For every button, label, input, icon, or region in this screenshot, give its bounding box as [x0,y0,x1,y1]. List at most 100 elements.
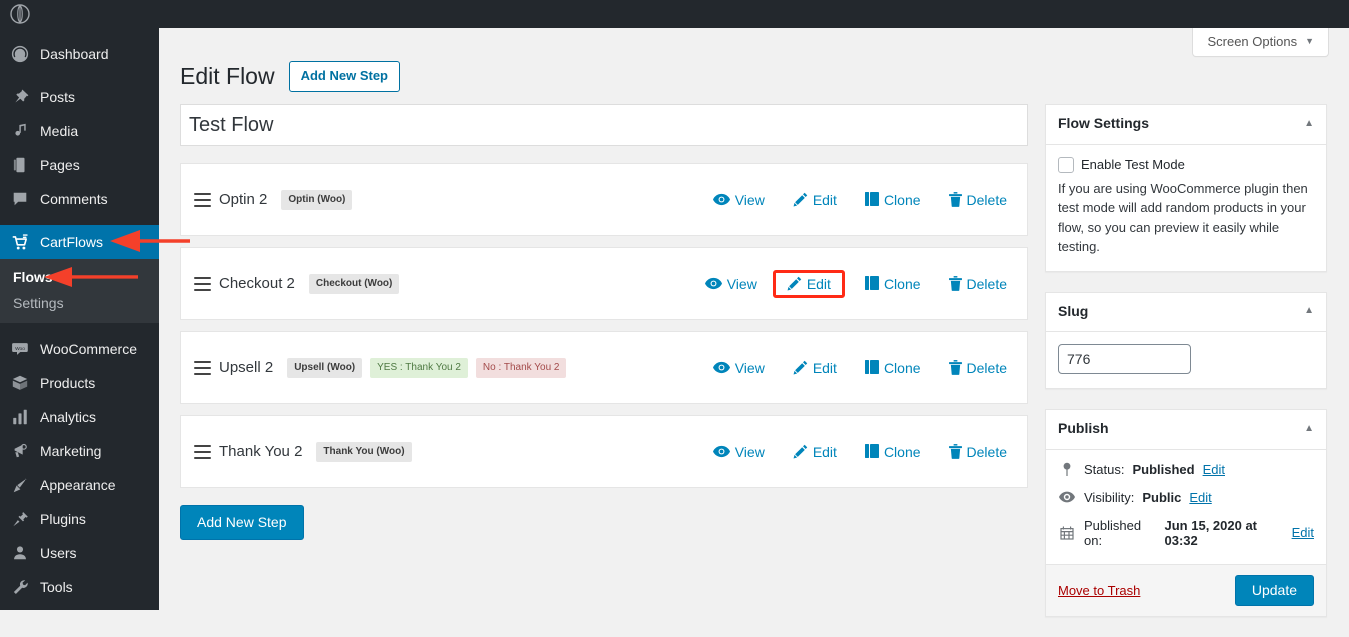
delete-step-button[interactable]: Delete [941,354,1015,382]
edit-visibility-link[interactable]: Edit [1189,490,1211,505]
update-button[interactable]: Update [1235,575,1314,606]
sidebar-item-posts[interactable]: Posts [0,80,159,114]
screen-meta-links: Screen Options ▼ [1192,28,1329,57]
action-label: View [735,360,765,376]
screen-options-button[interactable]: Screen Options ▼ [1192,28,1329,57]
publish-metabox: Publish ▲ Status: Published Edit [1045,409,1327,617]
sidebar-item-flows[interactable]: Flows [0,264,159,290]
publish-date-value: Jun 15, 2020 at 03:32 [1165,518,1284,548]
sidebar-item-dashboard[interactable]: Dashboard [0,37,159,71]
svg-text:Woo: Woo [15,346,25,352]
chevron-up-icon[interactable]: ▲ [1304,424,1314,434]
chevron-up-icon[interactable]: ▲ [1304,119,1314,129]
publish-header[interactable]: Publish ▲ [1046,410,1326,450]
main-content-area: Screen Options ▼ Edit Flow Add New Step … [159,28,1349,610]
drag-handle-icon[interactable] [194,277,211,291]
pencil-icon [787,276,802,291]
publish-date-row: Published on: Jun 15, 2020 at 03:32 Edit [1058,518,1314,548]
publish-visibility-prefix: Visibility: [1084,490,1134,505]
sidebar-item-cartflows[interactable]: CartFlows [0,225,159,259]
copy-icon [865,444,879,459]
clone-step-button[interactable]: Clone [857,186,929,214]
flow-settings-header[interactable]: Flow Settings ▲ [1046,105,1326,145]
slug-input[interactable] [1058,344,1191,374]
action-label: Edit [807,276,831,292]
publish-visibility-value: Public [1142,490,1181,505]
action-label: Clone [884,444,921,460]
flow-settings-title: Flow Settings [1058,114,1149,134]
sidebar-item-woocommerce[interactable]: Woo WooCommerce [0,332,159,366]
move-to-trash-link[interactable]: Move to Trash [1058,583,1140,598]
step-row: Upsell 2Upsell (Woo)YES : Thank You 2No … [180,331,1028,404]
eye-icon [713,445,730,458]
drag-handle-icon[interactable] [194,193,211,207]
publish-status-row: Status: Published Edit [1058,462,1314,477]
sidebar-item-users[interactable]: Users [0,536,159,570]
action-label: Clone [884,276,921,292]
screen-options-label: Screen Options [1207,34,1297,49]
step-row: Checkout 2Checkout (Woo)ViewEditCloneDel… [180,247,1028,320]
sidebar-item-label: Plugins [40,512,86,526]
delete-step-button[interactable]: Delete [941,438,1015,466]
view-step-button[interactable]: View [705,186,773,214]
trash-icon [949,276,962,291]
step-actions: View Edit Clone Delete [705,354,1015,382]
delete-step-button[interactable]: Delete [941,270,1015,298]
step-info: Thank You 2Thank You (Woo) [194,442,705,462]
sidebar-item-products[interactable]: Products [0,366,159,400]
menu-spacer-1 [0,71,159,80]
trash-icon [949,444,962,459]
slug-metabox: Slug ▲ [1045,292,1327,390]
edit-step-button[interactable]: Edit [785,354,845,382]
sidebar-item-pages[interactable]: Pages [0,148,159,182]
publish-body: Status: Published Edit Visibility: Publ [1046,450,1326,564]
sidebar-item-label: Users [40,546,77,560]
sidebar-item-comments[interactable]: Comments [0,182,159,216]
view-step-button[interactable]: View [705,354,773,382]
marketing-megaphone-icon [9,441,31,461]
edit-step-button[interactable]: Edit [785,438,845,466]
step-name: Thank You 2 [219,443,302,460]
step-name: Checkout 2 [219,275,295,292]
drag-handle-icon[interactable] [194,445,211,459]
view-step-button[interactable]: View [705,438,773,466]
sidebar-item-tools[interactable]: Tools [0,570,159,604]
step-badge-no: No : Thank You 2 [476,358,567,378]
view-step-button[interactable]: View [697,270,765,298]
clone-step-button[interactable]: Clone [857,438,929,466]
copy-icon [865,276,879,291]
enable-test-mode-checkbox[interactable] [1058,157,1074,173]
admin-sidebar-menu: Dashboard Posts Media Pages [0,28,159,610]
publish-visibility-row: Visibility: Public Edit [1058,490,1314,505]
sidebar-item-marketing[interactable]: Marketing [0,434,159,468]
users-icon [9,543,31,563]
slug-header[interactable]: Slug ▲ [1046,293,1326,333]
add-new-step-button-bottom[interactable]: Add New Step [180,505,304,540]
delete-step-button[interactable]: Delete [941,186,1015,214]
edit-step-button[interactable]: Edit [773,270,845,298]
sidebar-item-settings[interactable]: Settings [0,290,159,316]
edit-step-button[interactable]: Edit [785,186,845,214]
sidebar-item-appearance[interactable]: Appearance [0,468,159,502]
sidebar-item-label: Media [40,124,78,138]
clone-step-button[interactable]: Clone [857,270,929,298]
sidebar-item-label: CartFlows [40,235,103,249]
dashboard-icon [9,44,31,64]
publish-title: Publish [1058,419,1109,439]
edit-status-link[interactable]: Edit [1203,462,1225,477]
add-new-step-button-top[interactable]: Add New Step [289,61,400,92]
sidebar-item-plugins[interactable]: Plugins [0,502,159,536]
drag-handle-icon[interactable] [194,361,211,375]
edit-date-link[interactable]: Edit [1292,525,1314,540]
flow-title-input[interactable] [180,104,1028,146]
slug-body [1046,332,1326,388]
menu-spacer-3 [0,323,159,332]
sidebar-item-media[interactable]: Media [0,114,159,148]
sidebar-item-analytics[interactable]: Analytics [0,400,159,434]
wordpress-logo-button[interactable] [4,0,36,28]
sidebar-item-label: Dashboard [40,47,109,61]
publish-status-prefix: Status: [1084,462,1124,477]
chevron-up-icon[interactable]: ▲ [1304,306,1314,316]
sidebar-item-label: Tools [40,580,73,594]
clone-step-button[interactable]: Clone [857,354,929,382]
